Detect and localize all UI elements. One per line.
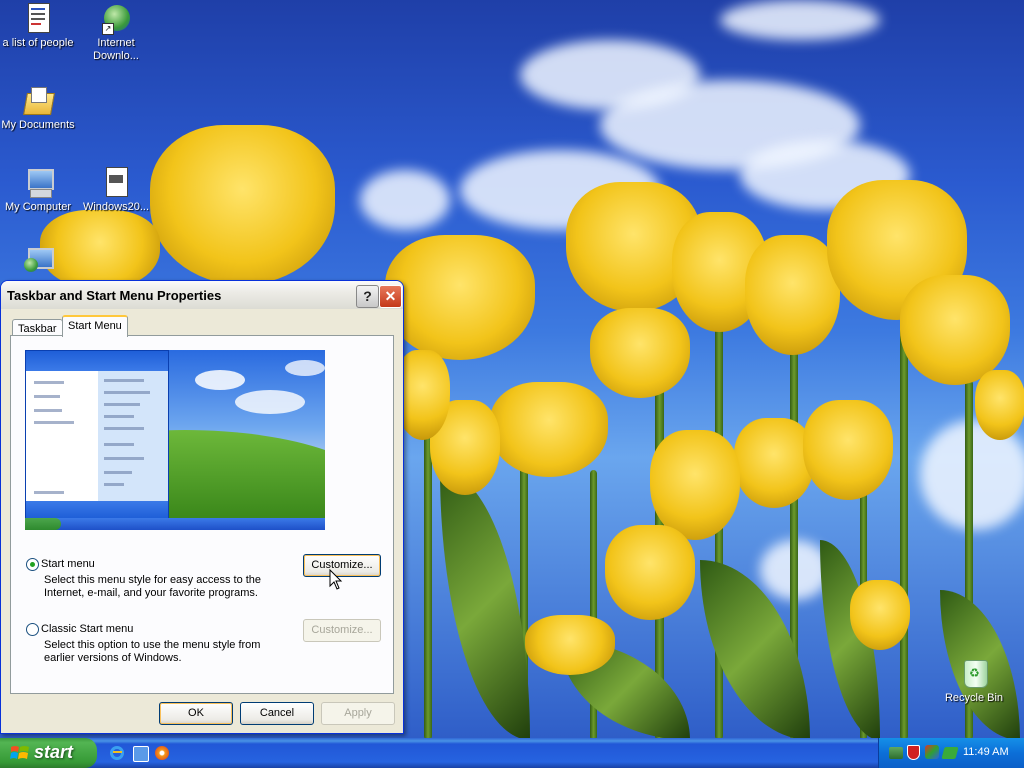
tab-start-menu[interactable]: Start Menu bbox=[62, 315, 128, 337]
preview-start-button bbox=[25, 518, 61, 530]
desktop-icon-label: a list of people bbox=[2, 37, 74, 49]
desktop-icon-network[interactable] bbox=[0, 248, 78, 282]
mouse-cursor-icon bbox=[329, 569, 343, 590]
safely-remove-icon[interactable] bbox=[941, 745, 959, 761]
customize-classic-start-menu-button[interactable]: Customize... bbox=[303, 619, 381, 642]
clock[interactable]: 11:49 AM bbox=[963, 746, 1009, 758]
start-menu-description-line1: Select this menu style for easy access t… bbox=[44, 574, 262, 586]
network-icon[interactable] bbox=[889, 745, 905, 761]
media-player-icon[interactable] bbox=[153, 744, 171, 762]
recycle-bin-icon: ♻ bbox=[958, 658, 990, 690]
classic-start-menu-description: Select this option to use the menu style… bbox=[44, 639, 284, 665]
desktop-icon-label: My Documents bbox=[1, 119, 75, 131]
start-menu-radio[interactable] bbox=[26, 558, 39, 571]
taskbar-properties-dialog: Taskbar and Start Menu Properties ? ✕ Ta… bbox=[0, 280, 404, 734]
internet-explorer-icon[interactable] bbox=[108, 744, 126, 762]
help-icon: ? bbox=[363, 288, 372, 304]
file-icon bbox=[100, 167, 132, 199]
desktop-icon-label: Windows20... bbox=[82, 201, 150, 213]
classic-description-line1: Select this option to use the menu style… bbox=[44, 639, 261, 651]
tab-taskbar[interactable]: Taskbar bbox=[12, 319, 63, 336]
start-menu-description: Select this menu style for easy access t… bbox=[44, 574, 284, 600]
classic-start-menu-radio-label[interactable]: Classic Start menu bbox=[41, 623, 133, 635]
start-menu-tab-panel: Start menu Select this menu style for ea… bbox=[10, 335, 394, 694]
desktop-icon-my-documents[interactable]: My Documents bbox=[0, 85, 78, 132]
windows-logo-icon bbox=[10, 746, 29, 759]
preview-start-menu bbox=[25, 350, 169, 519]
my-documents-folder-icon bbox=[22, 85, 55, 117]
start-button[interactable]: start bbox=[0, 738, 97, 768]
dialog-title: Taskbar and Start Menu Properties bbox=[7, 288, 222, 303]
media-icon[interactable] bbox=[131, 744, 149, 762]
dialog-titlebar[interactable]: Taskbar and Start Menu Properties ? ✕ bbox=[1, 281, 403, 309]
preview-taskbar bbox=[25, 518, 325, 530]
help-button[interactable]: ? bbox=[356, 285, 379, 308]
start-menu-preview-image bbox=[25, 350, 325, 530]
system-tray: 11:49 AM bbox=[878, 738, 1024, 768]
desktop-icon-internet-download[interactable]: ↗ Internet Downlo... bbox=[76, 3, 156, 63]
my-computer-icon bbox=[22, 167, 54, 199]
cancel-button[interactable]: Cancel bbox=[240, 702, 314, 725]
desktop-icon-label: Recycle Bin bbox=[944, 692, 1004, 704]
desktop-icon-my-computer[interactable]: My Computer bbox=[0, 167, 78, 214]
start-label: start bbox=[34, 742, 74, 762]
ok-button[interactable]: OK bbox=[159, 702, 233, 725]
close-icon: ✕ bbox=[384, 288, 397, 304]
classic-start-menu-radio[interactable] bbox=[26, 623, 39, 636]
classic-description-line2: earlier versions of Windows. bbox=[44, 652, 182, 664]
desktop-icon-label: Internet Downlo... bbox=[93, 37, 139, 62]
desktop-icon-windows20[interactable]: Windows20... bbox=[76, 167, 156, 214]
document-icon bbox=[22, 3, 54, 35]
start-menu-description-line2: Internet, e-mail, and your favorite prog… bbox=[44, 587, 258, 599]
desktop-icon-a-list-of-people[interactable]: a list of people bbox=[0, 3, 78, 50]
internet-download-icon: ↗ bbox=[100, 3, 132, 35]
desktop-icon-recycle-bin[interactable]: ♻ Recycle Bin bbox=[934, 658, 1014, 705]
security-shield-icon[interactable] bbox=[907, 745, 923, 761]
apply-button[interactable]: Apply bbox=[321, 702, 395, 725]
start-menu-radio-label[interactable]: Start menu bbox=[41, 558, 95, 570]
taskbar: start 11:49 AM bbox=[0, 738, 1024, 768]
tray-app-icon[interactable] bbox=[925, 745, 941, 761]
close-button[interactable]: ✕ bbox=[379, 285, 402, 308]
network-places-icon bbox=[22, 248, 54, 280]
desktop-icon-label: My Computer bbox=[4, 201, 72, 213]
